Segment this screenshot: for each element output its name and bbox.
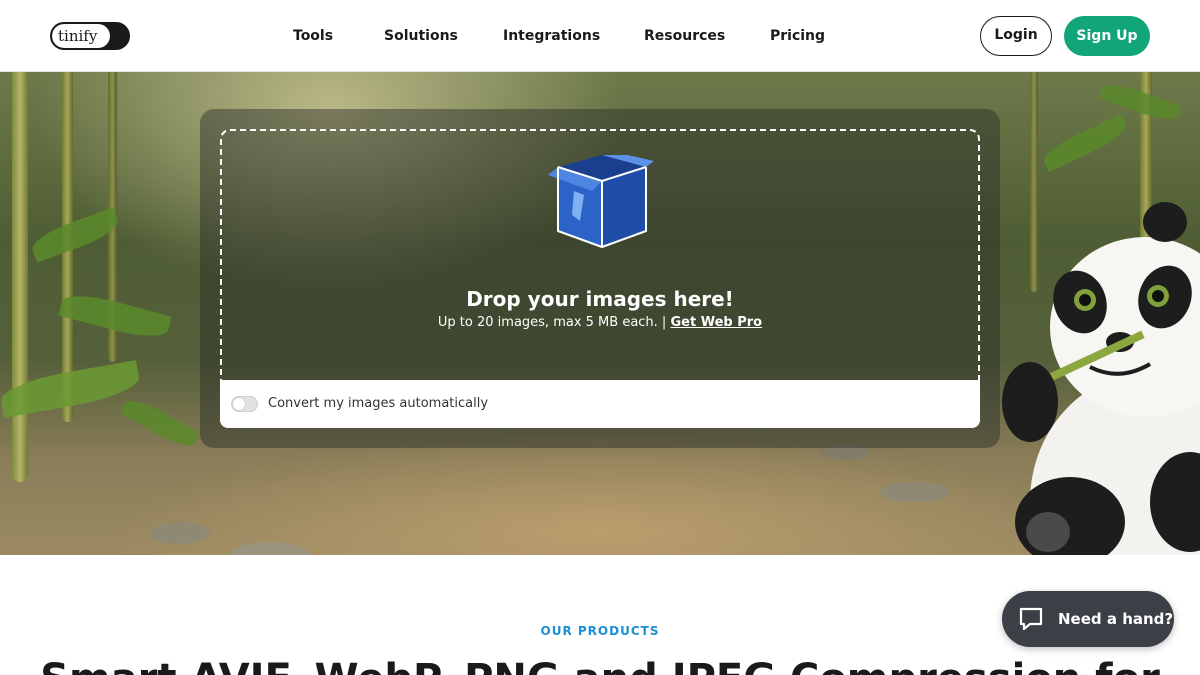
upload-limits-text: Up to 20 images, max 5 MB each. | bbox=[437, 315, 667, 330]
logo-text: tinify bbox=[52, 24, 110, 48]
bamboo-stalk bbox=[12, 72, 28, 482]
help-label: Need a hand? bbox=[1058, 610, 1174, 628]
nav-resources[interactable]: Resources bbox=[644, 26, 725, 46]
drop-title: Drop your images here! bbox=[466, 287, 734, 311]
bamboo-leaf bbox=[119, 393, 201, 453]
path-stone bbox=[880, 482, 950, 502]
get-web-pro-link[interactable]: Get Web Pro bbox=[670, 315, 762, 330]
nav-solutions[interactable]: Solutions bbox=[384, 26, 458, 46]
login-button[interactable]: Login bbox=[980, 16, 1052, 56]
nav-integrations[interactable]: Integrations bbox=[503, 26, 600, 46]
nav-tools[interactable]: Tools bbox=[293, 26, 333, 46]
drop-subtitle: Up to 20 images, max 5 MB each. | Get We… bbox=[220, 314, 980, 332]
products-headline: Smart AVIF, WebP, PNG and JPEG Compressi… bbox=[0, 655, 1200, 675]
site-header: tinify Tools Solutions Integrations Reso… bbox=[0, 0, 1200, 72]
open-box-icon bbox=[548, 155, 654, 249]
chat-bubble-icon bbox=[1019, 607, 1043, 631]
convert-toggle[interactable] bbox=[231, 396, 258, 412]
panda-mascot bbox=[1002, 202, 1200, 555]
convert-option-bar: Convert my images automatically bbox=[220, 380, 980, 428]
nav-pricing[interactable]: Pricing bbox=[770, 26, 825, 46]
path-stone bbox=[230, 542, 310, 555]
bamboo-leaf bbox=[1039, 114, 1131, 172]
toggle-knob bbox=[233, 398, 245, 410]
need-a-hand-button[interactable]: Need a hand? bbox=[1002, 591, 1174, 647]
convert-label: Convert my images automatically bbox=[268, 396, 489, 411]
path-stone bbox=[150, 522, 210, 544]
signup-button[interactable]: Sign Up bbox=[1064, 16, 1150, 56]
tinify-logo[interactable]: tinify bbox=[50, 22, 130, 50]
